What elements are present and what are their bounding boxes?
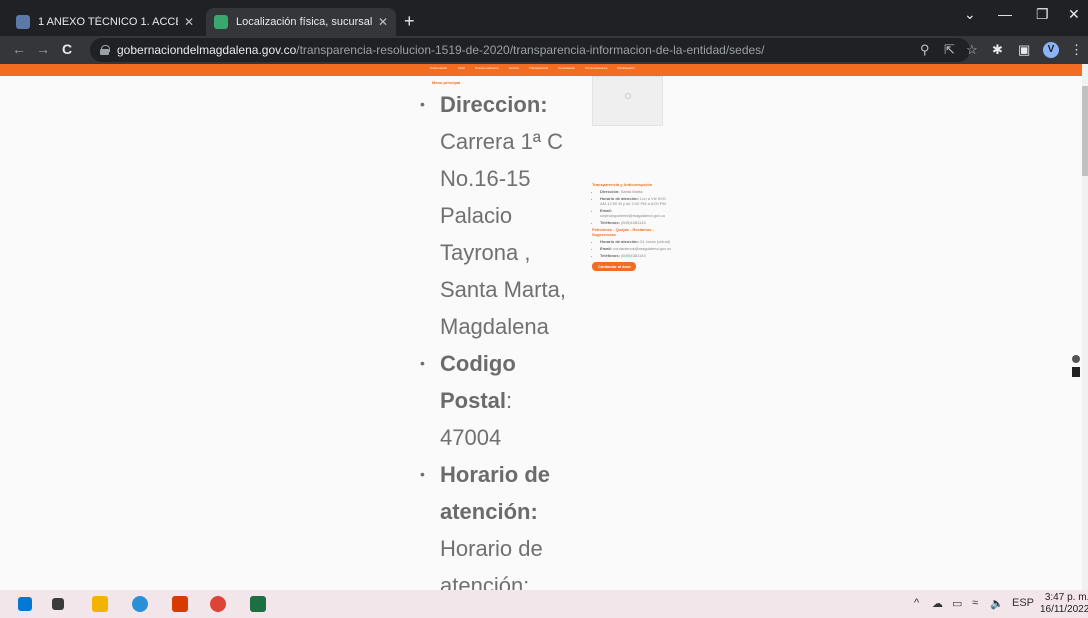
site-favicon-icon bbox=[214, 15, 228, 29]
close-window-button[interactable]: ✕ bbox=[1068, 6, 1080, 23]
tab-title: Localización física, sucursales, re bbox=[236, 16, 372, 28]
hours-value: Horario de atención: Lunes a bbox=[440, 536, 543, 590]
clock-date: 16/11/2022 bbox=[1040, 604, 1088, 615]
bullet: • bbox=[420, 466, 425, 482]
profile-avatar[interactable]: V bbox=[1043, 42, 1059, 58]
mini-menu-item[interactable]: Transparencia bbox=[529, 66, 548, 70]
mini-logo: Gobernación bbox=[430, 66, 448, 70]
chrome-icon[interactable] bbox=[210, 596, 226, 612]
sidebar-heading: Peticiones - Quejas - Reclamos - Sugeren… bbox=[592, 227, 654, 237]
mini-menu-item[interactable]: Participación bbox=[617, 66, 634, 70]
contact-button[interactable]: Contactar al área bbox=[592, 262, 637, 271]
tab-search-icon[interactable]: ⌄ bbox=[964, 6, 976, 23]
sidebar-item: Dirección: Santa Marta bbox=[600, 189, 672, 194]
address-value: Carrera 1ª C No.16-15 Palacio Tayrona , … bbox=[440, 129, 566, 339]
clock[interactable]: 3:47 p. m. 16/11/2022 bbox=[1040, 592, 1088, 616]
sidebar-heading: Transparencia y Anticorrupción bbox=[592, 182, 653, 187]
windows-start-icon[interactable] bbox=[18, 597, 32, 611]
address-label: Direccion: bbox=[440, 92, 548, 117]
mini-menu-item[interactable]: Inicio bbox=[458, 66, 465, 70]
menu-icon[interactable]: ⋮ bbox=[1070, 43, 1083, 56]
image-placeholder bbox=[592, 76, 663, 126]
tab-title: 1 ANEXO TÉCNICO 1. ACCESIBILI bbox=[38, 16, 178, 28]
list-item: • Horario de atención: Horario de atenció… bbox=[420, 456, 585, 590]
excel-icon[interactable] bbox=[250, 596, 266, 612]
tab-strip: 1 ANEXO TÉCNICO 1. ACCESIBILI ✕ Localiza… bbox=[0, 0, 1088, 36]
wifi-icon[interactable]: ≈ bbox=[972, 597, 978, 609]
page-viewport: Gobernación Inicio Nuestro Gobierno Gest… bbox=[0, 64, 1082, 590]
mini-menu-item[interactable]: Comunicaciones bbox=[585, 66, 607, 70]
hours-label: Horario de atención: bbox=[440, 462, 551, 524]
sidebar-item: Email: soytransparente@magdalena.gov.co bbox=[600, 208, 672, 218]
minimize-button[interactable]: — bbox=[998, 6, 1012, 22]
volume-icon[interactable]: 🔈 bbox=[990, 597, 1004, 610]
tab-close-icon[interactable]: ✕ bbox=[184, 15, 194, 29]
task-view-icon[interactable] bbox=[52, 598, 64, 610]
sidebar-item: Email: contactenos@magdalena.gov.co bbox=[600, 246, 672, 251]
star-icon[interactable]: ☆ bbox=[966, 43, 978, 56]
extensions-icon[interactable]: ✱ bbox=[992, 43, 1003, 56]
bullet: • bbox=[420, 355, 425, 371]
sidebar-item: Teléfonos: (605)4381144 bbox=[600, 220, 672, 225]
mini-menu-item[interactable]: Nuestro Gobierno bbox=[475, 66, 499, 70]
new-tab-button[interactable]: + bbox=[404, 12, 415, 30]
sidebar-item: Teléfonos: (605)4381144 bbox=[600, 253, 672, 258]
address-bar[interactable]: gobernaciondelmagdalena.gov.co/transpare… bbox=[90, 38, 970, 62]
sede-info-list: • Direccion: Carrera 1ª C No.16-15 Palaci… bbox=[420, 86, 585, 590]
sidebar-icon[interactable]: ▣ bbox=[1018, 43, 1030, 56]
mini-menu-item[interactable]: Gestión bbox=[509, 66, 519, 70]
url-host: gobernaciondelmagdalena.gov.co bbox=[117, 43, 297, 57]
sidebar-item: Horario de atención: 24 horas (virtual) bbox=[600, 239, 672, 244]
document-favicon-icon bbox=[16, 15, 30, 29]
list-item: • Codigo Postal: 47004 bbox=[420, 345, 585, 456]
office-icon[interactable] bbox=[172, 596, 188, 612]
restore-button[interactable]: ❐ bbox=[1036, 6, 1049, 23]
share-icon[interactable]: ⇱ bbox=[944, 43, 955, 56]
tab-close-icon[interactable]: ✕ bbox=[378, 15, 388, 29]
tray-overflow-icon[interactable]: ^ bbox=[914, 597, 919, 609]
browser-toolbar: ← → C gobernaciondelmagdalena.gov.co/tra… bbox=[0, 36, 1088, 64]
page-scrollbar[interactable] bbox=[1082, 64, 1088, 590]
mini-sidebar: Transparencia y Anticorrupción Dirección… bbox=[592, 182, 672, 271]
cloud-icon[interactable]: ☁ bbox=[932, 597, 943, 610]
windows-taskbar: ^ ☁ ▭ ≈ 🔈 ESP 3:47 p. m. 16/11/2022 bbox=[0, 590, 1088, 618]
postal-code-value: 47004 bbox=[440, 425, 502, 450]
reload-button[interactable]: C bbox=[62, 42, 72, 56]
edge-icon[interactable] bbox=[132, 596, 148, 612]
sidebar-item: Horario de atención: Lun a Vie 8:00 AM-1… bbox=[600, 196, 672, 206]
tab-localizacion[interactable]: Localización física, sucursales, re ✕ bbox=[206, 8, 396, 36]
language-indicator[interactable]: ESP bbox=[1012, 597, 1034, 609]
zoom-icon[interactable]: ⚲ bbox=[920, 43, 930, 56]
scrollbar-thumb[interactable] bbox=[1082, 86, 1088, 176]
tab-anexo-tecnico[interactable]: 1 ANEXO TÉCNICO 1. ACCESIBILI ✕ bbox=[8, 8, 202, 36]
list-item: • Direccion: Carrera 1ª C No.16-15 Palaci… bbox=[420, 86, 585, 345]
loading-icon bbox=[625, 93, 631, 99]
battery-icon[interactable]: ▭ bbox=[952, 597, 962, 610]
url-path: /transparencia-resolucion-1519-de-2020/t… bbox=[296, 43, 765, 57]
forward-button[interactable]: → bbox=[36, 42, 50, 56]
file-explorer-icon[interactable] bbox=[92, 596, 108, 612]
postal-code-label: Codigo Postal bbox=[440, 351, 516, 413]
mini-menu-item[interactable]: Contratación bbox=[558, 66, 575, 70]
back-button[interactable]: ← bbox=[12, 42, 26, 56]
clock-time: 3:47 p. m. bbox=[1044, 592, 1088, 603]
bullet: • bbox=[420, 96, 425, 112]
mini-breadcrumb[interactable]: Menú principal bbox=[432, 80, 460, 85]
lock-icon bbox=[100, 45, 110, 55]
accessibility-widget[interactable] bbox=[1072, 355, 1080, 377]
mini-nav-menu: Gobernación Inicio Nuestro Gobierno Gest… bbox=[430, 66, 635, 70]
